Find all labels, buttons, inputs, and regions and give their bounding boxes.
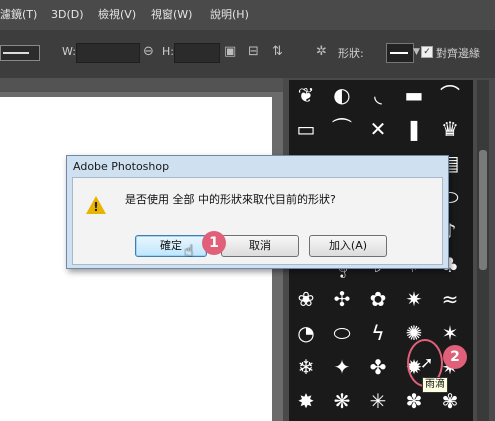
shape-thumbnail[interactable]: ❄ [293, 354, 319, 380]
shape-thumbnail[interactable]: ✤ [365, 354, 391, 380]
path-arrangement-icon[interactable]: ⇅ [272, 44, 283, 59]
path-alignment-icon[interactable]: ⊟ [248, 44, 259, 59]
shape-thumbnail[interactable]: ✳ [365, 388, 391, 414]
append-button[interactable]: 加入(A) [309, 235, 387, 257]
menu-help[interactable]: 說明(H) [210, 0, 249, 30]
width-field[interactable] [76, 43, 140, 63]
shape-thumbnail[interactable]: ✷ [401, 286, 427, 312]
shape-thumbnail[interactable]: ◔ [293, 320, 319, 346]
shape-thumbnail[interactable]: ϟ [365, 320, 391, 346]
shape-thumbnail[interactable]: ♛ [437, 116, 463, 142]
ok-button[interactable]: 確定 [135, 235, 207, 257]
replace-shapes-dialog: Adobe Photoshop ! 是否使用 全部 中的形狀來取代目前的形狀? … [66, 155, 449, 269]
scrollbar-thumb[interactable] [479, 150, 487, 270]
shape-thumbnail[interactable]: ✕ [365, 116, 391, 142]
options-bar: W: ⊖ H: ▣ ⊟ ⇅ ✲ 形狀: ▼ ✓ 對齊邊緣 [0, 30, 495, 78]
shape-thumbnail[interactable]: ◟ [365, 82, 391, 108]
shape-thumbnail[interactable]: ✿ [365, 286, 391, 312]
link-icon[interactable]: ⊖ [143, 44, 154, 59]
shape-tooltip: 雨滴 [422, 377, 448, 393]
menu-view[interactable]: 檢視(V) [98, 0, 136, 30]
menu-3d[interactable]: 3D(D) [51, 0, 84, 30]
dialog-body: ! 是否使用 全部 中的形狀來取代目前的形狀? 確定 取消 加入(A) [72, 177, 443, 265]
stroke-line-swatch[interactable] [0, 45, 40, 61]
align-edges-checkbox[interactable]: ✓ [421, 46, 433, 58]
document-tab-bar [0, 78, 283, 92]
shape-thumbnail[interactable]: ✦ [329, 354, 355, 380]
menu-bar: 濾鏡(T) 3D(D) 檢視(V) 視窗(W) 說明(H) [0, 0, 495, 30]
height-label: H: [162, 45, 174, 58]
warning-mark: ! [93, 200, 99, 214]
shape-thumbnail[interactable]: ✣ [329, 286, 355, 312]
chevron-down-icon[interactable]: ▼ [413, 47, 420, 57]
step-badge-1: 1 [202, 231, 226, 255]
shape-label: 形狀: [338, 47, 364, 60]
pointer-cursor-icon: ☝ [184, 241, 194, 260]
path-operations-icon[interactable]: ▣ [224, 44, 236, 59]
shape-thumbnail[interactable]: ❦ [293, 82, 319, 108]
step-badge-2: 2 [443, 345, 467, 369]
shape-thumbnail[interactable]: ❀ [293, 286, 319, 312]
shape-thumbnail[interactable]: ✸ [293, 388, 319, 414]
height-field[interactable] [174, 43, 220, 63]
shape-thumbnail[interactable]: ❚ [401, 116, 427, 142]
shape-thumbnail[interactable]: ❋ [329, 388, 355, 414]
shape-picker[interactable] [386, 43, 414, 63]
shape-thumbnail[interactable]: ⌒ [437, 82, 463, 108]
shape-thumbnail[interactable]: ▭ [293, 116, 319, 142]
shape-thumbnail[interactable]: ✶ [437, 320, 463, 346]
shape-thumbnail[interactable]: ≈ [437, 286, 463, 312]
dialog-title: Adobe Photoshop [73, 160, 170, 173]
width-label: W: [62, 45, 76, 58]
shape-thumbnail[interactable]: ⏜ [329, 116, 355, 142]
shape-thumbnail[interactable]: ⬭ [329, 320, 355, 346]
cancel-button[interactable]: 取消 [221, 235, 299, 257]
shape-thumbnail[interactable]: ◐ [329, 82, 355, 108]
dialog-message: 是否使用 全部 中的形狀來取代目前的形狀? [125, 193, 336, 206]
menu-window[interactable]: 視窗(W) [151, 0, 192, 30]
gear-icon[interactable]: ✲ [316, 44, 327, 59]
align-edges-label: 對齊邊緣 [436, 47, 480, 60]
arrow-cursor-icon: ➚ [420, 353, 434, 372]
shape-thumbnail[interactable]: ▬ [401, 82, 427, 108]
menu-filter[interactable]: 濾鏡(T) [0, 0, 37, 30]
